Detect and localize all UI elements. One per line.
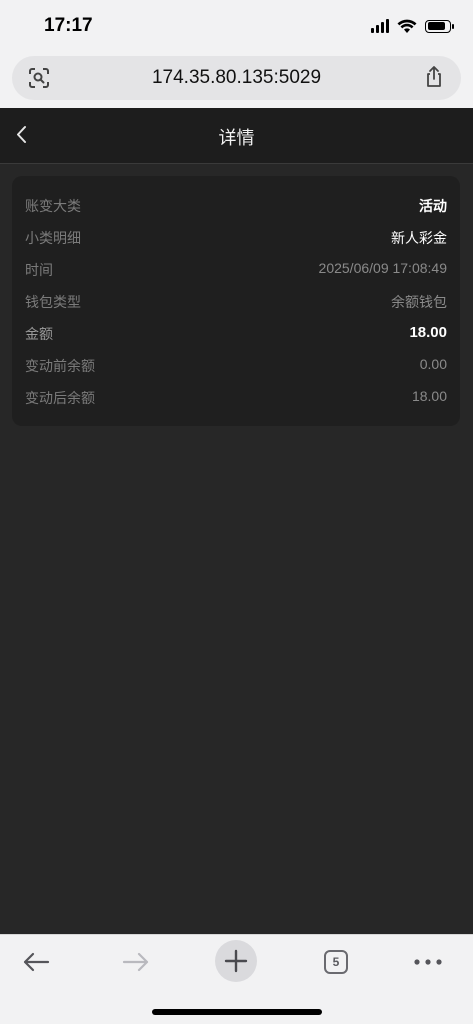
status-icons xyxy=(371,16,454,36)
detail-value: 余额钱包 xyxy=(391,294,447,310)
browser-toolbar: 5 xyxy=(0,934,473,1024)
cellular-signal-icon xyxy=(371,19,389,33)
detail-value: 活动 xyxy=(419,198,447,214)
detail-label: 变动后余额 xyxy=(25,390,95,406)
detail-value: 0.00 xyxy=(419,356,447,372)
detail-value: 新人彩金 xyxy=(391,230,447,246)
detail-label: 金额 xyxy=(25,326,53,342)
share-icon[interactable] xyxy=(423,65,445,89)
battery-icon xyxy=(425,19,454,33)
arrow-left-icon xyxy=(23,952,50,972)
detail-label: 变动前余额 xyxy=(25,358,95,374)
home-indicator xyxy=(152,1009,322,1015)
detail-row: 钱包类型 余额钱包 xyxy=(25,292,447,314)
more-button[interactable] xyxy=(406,942,450,982)
detail-value: 2025/06/09 17:08:49 xyxy=(318,260,447,276)
status-time: 17:17 xyxy=(44,15,93,36)
detail-value: 18.00 xyxy=(411,388,447,404)
browser-address-bar: 174.35.80.135:5029 xyxy=(0,52,473,108)
app-header: 详情 xyxy=(0,108,473,164)
detail-row: 变动前余额 0.00 xyxy=(25,356,447,378)
detail-row: 账变大类 活动 xyxy=(25,196,447,218)
forward-button[interactable] xyxy=(114,942,158,982)
detail-row: 金额 18.00 xyxy=(25,324,447,346)
detail-label: 小类明细 xyxy=(25,230,81,246)
detail-label: 钱包类型 xyxy=(25,294,81,310)
wifi-icon xyxy=(397,19,417,33)
detail-row: 小类明细 新人彩金 xyxy=(25,228,447,250)
more-icon xyxy=(414,959,442,965)
detail-label: 账变大类 xyxy=(25,198,81,214)
new-tab-button[interactable] xyxy=(215,940,257,982)
arrow-right-icon xyxy=(122,952,149,972)
detail-row: 变动后余额 18.00 xyxy=(25,388,447,410)
tab-count: 5 xyxy=(324,950,348,974)
url-field[interactable]: 174.35.80.135:5029 xyxy=(12,56,461,100)
detail-card: 账变大类 活动 小类明细 新人彩金 时间 2025/06/09 17:08:49… xyxy=(12,176,460,426)
plus-icon xyxy=(224,949,248,973)
back-button[interactable] xyxy=(14,942,58,982)
status-bar: 17:17 xyxy=(0,0,473,52)
tabs-button[interactable]: 5 xyxy=(314,942,358,982)
detail-value: 18.00 xyxy=(409,324,447,341)
page-title: 详情 xyxy=(218,128,255,148)
detail-label: 时间 xyxy=(25,262,53,278)
app-content: 详情 账变大类 活动 小类明细 新人彩金 时间 2025/06/09 17:08… xyxy=(0,108,473,934)
url-text[interactable]: 174.35.80.135:5029 xyxy=(12,67,461,89)
detail-row: 时间 2025/06/09 17:08:49 xyxy=(25,260,447,282)
